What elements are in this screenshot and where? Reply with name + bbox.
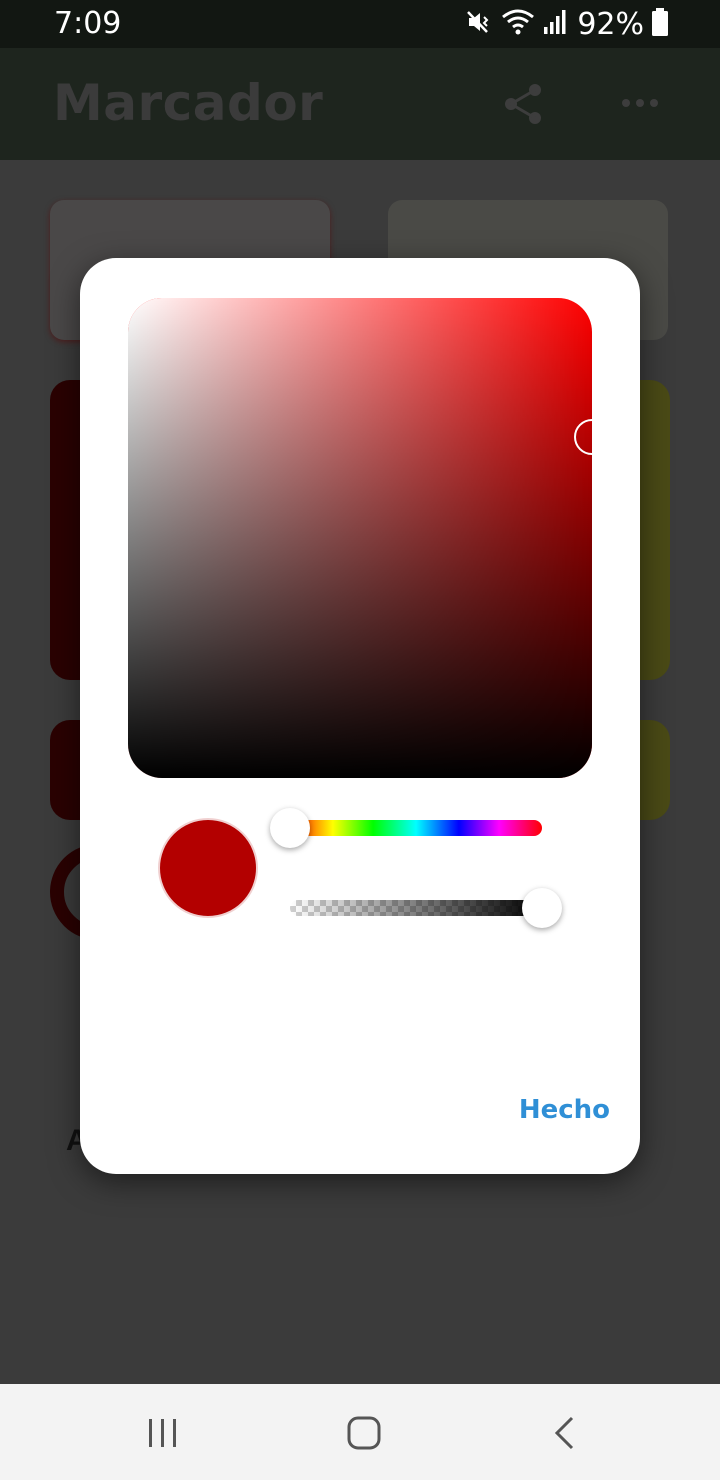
battery-percent: 92% — [577, 6, 644, 42]
more-icon[interactable] — [620, 96, 660, 114]
status-bar: 7:09 92% — [0, 0, 720, 48]
value-gradient — [128, 298, 592, 778]
app-bar: Marcador — [0, 48, 720, 160]
saturation-value-area[interactable] — [128, 298, 592, 778]
opacity-slider[interactable] — [290, 900, 542, 916]
opacity-gradient — [290, 900, 542, 916]
share-icon[interactable] — [502, 82, 546, 131]
status-time: 7:09 — [54, 6, 122, 41]
navigation-bar — [0, 1384, 720, 1480]
status-icons: 92% — [465, 6, 668, 42]
hue-slider-thumb[interactable] — [270, 808, 310, 848]
back-icon[interactable] — [552, 1416, 576, 1455]
mute-vibrate-icon — [465, 9, 493, 40]
recent-apps-icon[interactable] — [146, 1418, 180, 1453]
color-picker-dialog: Hecho — [80, 258, 640, 1174]
selected-color-preview — [158, 818, 258, 918]
battery-icon — [652, 7, 668, 41]
signal-icon — [543, 9, 569, 40]
done-button[interactable]: Hecho — [500, 1092, 610, 1128]
opacity-slider-thumb[interactable] — [522, 888, 562, 928]
hue-slider[interactable] — [270, 808, 542, 848]
app-title: Marcador — [53, 74, 324, 132]
wifi-icon — [501, 8, 535, 41]
home-icon[interactable] — [346, 1416, 382, 1455]
